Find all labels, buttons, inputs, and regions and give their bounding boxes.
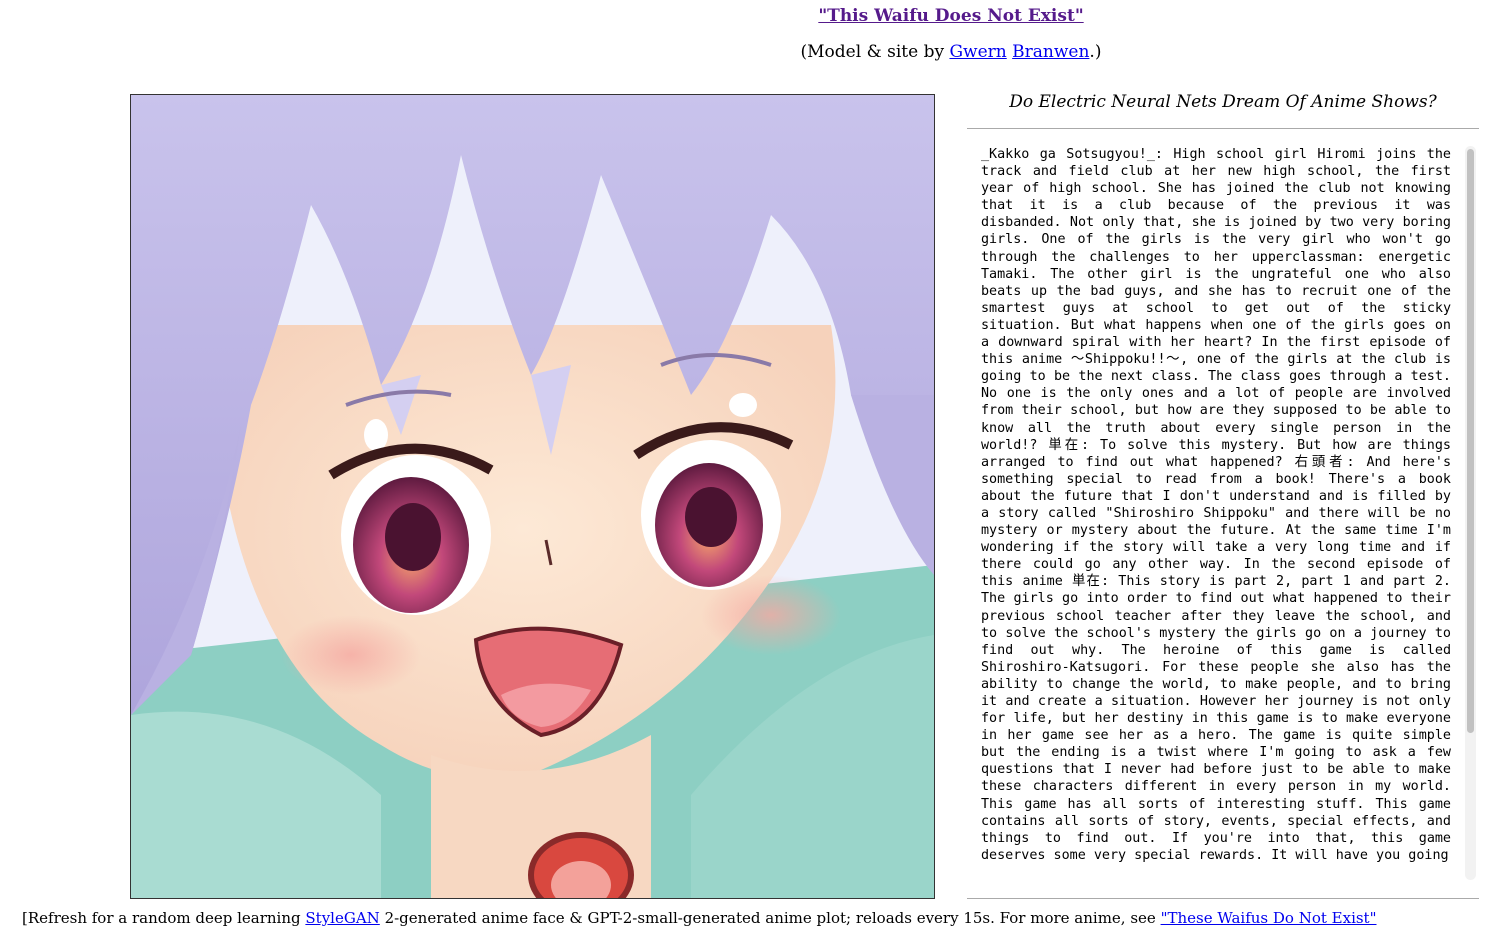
divider-top — [967, 128, 1479, 129]
generated-story-text: _Kakko ga Sotsugyou!_: High school girl … — [981, 147, 1451, 863]
generated-anime-face-image — [130, 94, 935, 899]
story-scroll-region[interactable]: _Kakko ga Sotsugyou!_: High school girl … — [967, 140, 1479, 880]
story-heading: Do Electric Neural Nets Dream Of Anime S… — [1009, 92, 1437, 112]
footer-text-middle: 2-generated anime face & GPT-2-small-gen… — [379, 909, 1161, 927]
credits-prefix: (Model & site by — [800, 42, 950, 62]
anime-girl-portrait-icon — [131, 95, 934, 898]
footer-note: [Refresh for a random deep learning Styl… — [22, 909, 1511, 927]
story-scrollbar-thumb[interactable] — [1467, 149, 1474, 733]
story-scrollbar[interactable] — [1465, 146, 1476, 880]
credits-suffix: .) — [1089, 42, 1102, 62]
footer-text-before: [Refresh for a random deep learning — [22, 909, 306, 927]
site-title-link[interactable]: "This Waifu Does Not Exist" — [818, 6, 1083, 26]
stylegan-link[interactable]: StyleGAN — [305, 909, 379, 927]
author-last-link[interactable]: Branwen — [1012, 42, 1089, 62]
these-waifus-link[interactable]: "These Waifus Do Not Exist" — [1161, 909, 1377, 927]
divider-bottom — [967, 898, 1479, 899]
site-title: "This Waifu Does Not Exist" — [0, 6, 1511, 26]
credits-line: (Model & site by Gwern Branwen.) — [0, 42, 1511, 62]
author-first-link[interactable]: Gwern — [949, 42, 1006, 62]
